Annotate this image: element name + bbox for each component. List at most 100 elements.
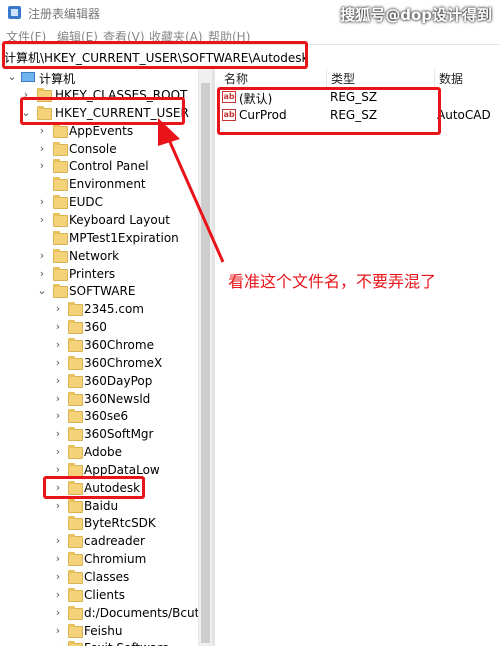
tree-item-control-panel[interactable]: › Control Panel [0, 158, 198, 176]
tree-item-label: 360se6 [84, 409, 129, 424]
column-data[interactable]: 数据 [435, 69, 500, 87]
tree-item-label: AppDataLow [84, 462, 160, 477]
tree-item-label: 2345.com [84, 302, 144, 317]
tree-item-label: 360Newsld [84, 391, 151, 406]
folder-icon [53, 141, 68, 156]
tree-item-label: Adobe [84, 445, 122, 459]
chevron-right-icon[interactable]: › [37, 159, 47, 172]
chevron-right-icon[interactable]: › [53, 570, 63, 583]
folder-icon [53, 266, 68, 281]
values-highlight-box [217, 87, 441, 135]
chevron-right-icon[interactable]: › [53, 463, 63, 476]
tree-item-adobe[interactable]: › Adobe [0, 444, 198, 462]
folder-icon [53, 213, 68, 227]
chevron-right-icon[interactable]: › [53, 320, 63, 333]
chevron-right-icon[interactable]: › [53, 552, 63, 565]
tree-item-clients[interactable]: › Clients [0, 587, 198, 605]
tree-item-360se6[interactable]: › 360se6 [0, 408, 198, 426]
tree-item-console[interactable]: › Console [0, 141, 198, 159]
tree-item-classes[interactable]: › Classes [0, 569, 198, 587]
tree-item-eudc[interactable]: › EUDC [0, 194, 198, 212]
tree-item-label: Baidu [84, 498, 119, 513]
column-name[interactable]: 名称 [220, 69, 327, 87]
folder-icon [68, 302, 83, 317]
window-title: 注册表编辑器 [28, 7, 101, 21]
tree-item-cadreader[interactable]: › cadreader [0, 533, 198, 551]
tree-item-label: Chromium [84, 552, 147, 567]
folder-icon [68, 605, 83, 620]
chevron-right-icon[interactable]: › [53, 606, 63, 619]
folder-icon [68, 391, 83, 406]
folder-icon [68, 409, 83, 424]
column-type[interactable]: 类型 [327, 69, 435, 87]
chevron-right-icon[interactable]: › [53, 588, 63, 601]
folder-icon [68, 320, 83, 335]
folder-icon [53, 123, 68, 138]
tree-item-360daypop[interactable]: › 360DayPop [0, 373, 198, 391]
chevron-right-icon[interactable]: › [53, 624, 63, 637]
registry-tree: ⌄ 计算机 › HKEY_CLASSES_ROOT ⌄ HKEY_CURRENT_US… [0, 69, 213, 646]
tree-item-2345-com[interactable]: › 2345.com [0, 301, 198, 319]
tree-item-label: cadreader [84, 534, 145, 549]
tree-item-chromium[interactable]: › Chromium [0, 551, 198, 569]
tree-item-software[interactable]: ⌄ SOFTWARE [0, 283, 198, 301]
folder-icon [53, 248, 68, 263]
values-list: 名称 类型 数据 ab (默认) REG_SZ ab CurProd REG_S… [215, 69, 500, 646]
chevron-right-icon[interactable]: › [37, 124, 47, 137]
tree-item-label: Environment [69, 177, 146, 192]
chevron-right-icon[interactable]: › [53, 641, 63, 646]
tree-item-360[interactable]: › 360 [0, 319, 198, 337]
address-highlight-box [2, 41, 308, 69]
tree-item-baidu[interactable]: › Baidu [0, 498, 198, 516]
chevron-right-icon[interactable]: › [53, 356, 63, 369]
hkcu-highlight-box [20, 97, 185, 125]
scrollbar-thumb[interactable] [201, 83, 210, 643]
folder-icon [68, 623, 83, 638]
folder-icon [68, 516, 83, 531]
chevron-right-icon[interactable]: › [37, 142, 47, 155]
folder-icon [53, 230, 68, 245]
chevron-right-icon[interactable]: › [53, 427, 63, 440]
tree-item-keyboard-layout[interactable]: › Keyboard Layout [0, 212, 198, 230]
tree-item-environment[interactable]: Environment [0, 176, 198, 194]
tree-item-appevents[interactable]: › AppEvents [0, 123, 198, 141]
chevron-right-icon[interactable]: › [37, 195, 47, 208]
chevron-right-icon[interactable]: › [37, 213, 47, 226]
tree-scrollbar[interactable] [198, 69, 212, 646]
tree-item-d-documents-bcut-dr[interactable]: › d:/Documents/Bcut Dr [0, 605, 213, 623]
tree-item-feishu[interactable]: › Feishu [0, 623, 198, 641]
tree-item-label: AppEvents [69, 123, 134, 138]
chevron-right-icon[interactable]: › [37, 249, 47, 262]
title-bar: 注册表编辑器 搜狐号@dop设计得到 [0, 0, 500, 26]
folder-icon [53, 159, 68, 174]
tree-item-network[interactable]: › Network [0, 248, 198, 266]
chevron-right-icon[interactable]: › [53, 392, 63, 405]
chevron-right-icon[interactable]: › [53, 499, 63, 512]
tree-root-label: 计算机 [39, 72, 76, 86]
folder-icon [68, 337, 83, 352]
chevron-right-icon[interactable]: › [53, 534, 63, 547]
tree-item-360chromex[interactable]: › 360ChromeX [0, 355, 198, 373]
chevron-right-icon[interactable]: › [53, 409, 63, 422]
tree-item-360newsld[interactable]: › 360Newsld [0, 391, 198, 409]
chevron-right-icon[interactable]: › [53, 374, 63, 387]
tree-item-bytertcsdk[interactable]: ByteRtcSDK [0, 515, 198, 533]
tree-item-360softmgr[interactable]: › 360SoftMgr [0, 426, 198, 444]
tree-item-printers[interactable]: › Printers [0, 266, 198, 284]
tree-item-label: Foxit Software [84, 641, 169, 646]
tree-item-label: Clients [84, 587, 125, 602]
tree-item-label: 360SoftMgr [84, 427, 154, 442]
tree-root[interactable]: ⌄ 计算机 [0, 69, 198, 87]
chevron-right-icon[interactable]: › [53, 445, 63, 458]
tree-item-mptest1expiration[interactable]: MPTest1Expiration [0, 230, 198, 248]
chevron-down-icon[interactable]: ⌄ [37, 284, 47, 297]
tree-item-foxit-software[interactable]: › Foxit Software [0, 640, 198, 646]
chevron-right-icon[interactable]: › [37, 267, 47, 280]
chevron-down-icon[interactable]: ⌄ [7, 70, 17, 83]
computer-icon [21, 72, 35, 82]
tree-item-360chrome[interactable]: › 360Chrome [0, 337, 198, 355]
regedit-app-icon [8, 6, 21, 19]
chevron-right-icon[interactable]: › [53, 302, 63, 315]
chevron-right-icon[interactable]: › [53, 338, 63, 351]
folder-icon [68, 570, 83, 584]
